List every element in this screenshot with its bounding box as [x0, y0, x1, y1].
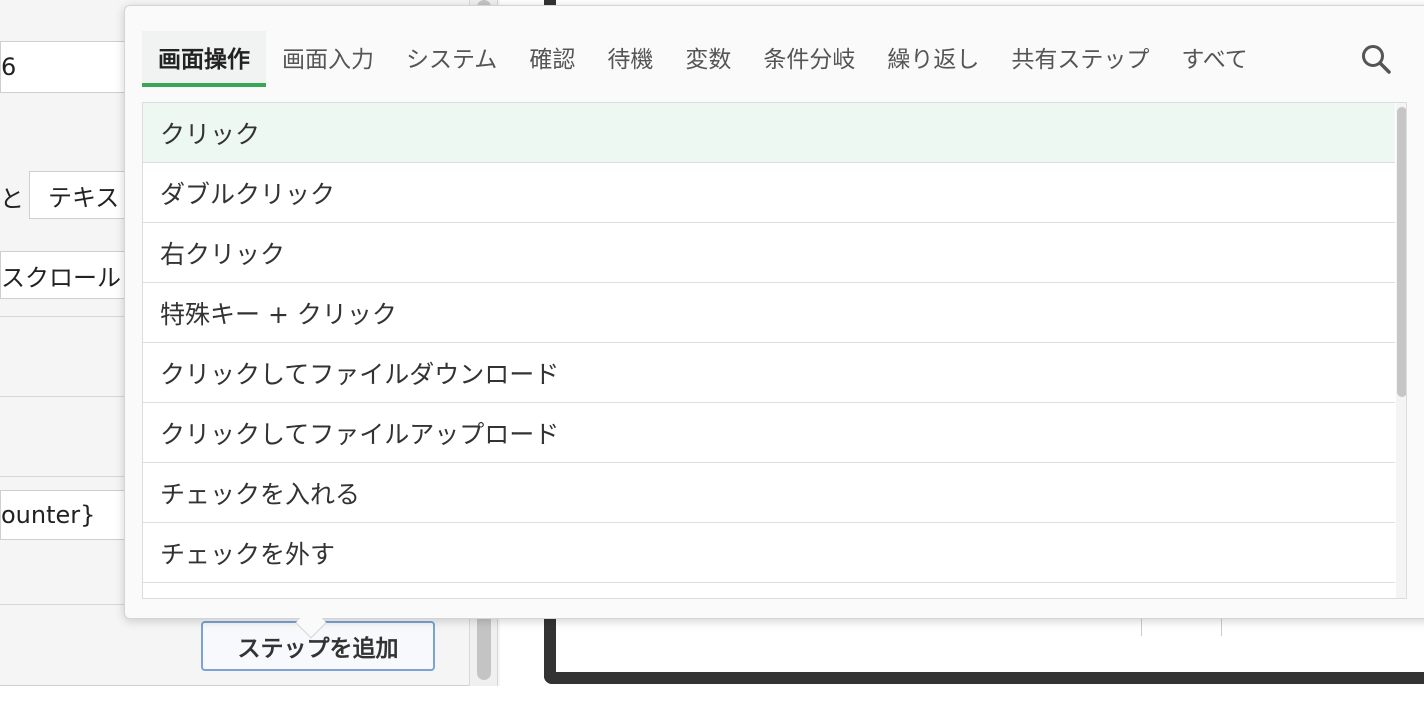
- search-icon[interactable]: [1359, 42, 1393, 76]
- row-divider: [0, 316, 140, 317]
- variable-field[interactable]: ounter}: [0, 490, 140, 540]
- step-number-value: 6: [1, 53, 17, 81]
- tab-variable[interactable]: 変数: [669, 31, 747, 87]
- variable-value: ounter}: [1, 501, 96, 529]
- scroll-option-field[interactable]: スクロール: [0, 251, 140, 299]
- tab-screen-input[interactable]: 画面入力: [266, 31, 390, 87]
- list-item-double-click[interactable]: ダブルクリック: [143, 163, 1395, 223]
- tab-system[interactable]: システム: [390, 31, 513, 87]
- step-type-list: クリック ダブルクリック 右クリック 特殊キー + クリック クリックしてファイ…: [142, 102, 1407, 599]
- step-type-popover: 画面操作 画面入力 システム 確認 待機 変数 条件分岐 繰り返し 共有ステップ…: [124, 5, 1424, 619]
- row-divider: [0, 604, 140, 605]
- row-divider: [0, 396, 140, 397]
- tab-wait[interactable]: 待機: [591, 31, 669, 87]
- list-item-click[interactable]: クリック: [143, 103, 1395, 163]
- tab-verify[interactable]: 確認: [513, 31, 591, 87]
- list-item-uncheck[interactable]: チェックを外す: [143, 523, 1395, 583]
- list-item-click-upload[interactable]: クリックしてファイルアップロード: [143, 403, 1395, 463]
- target-type-select[interactable]: テキス: [29, 171, 139, 219]
- list-item-check[interactable]: チェックを入れる: [143, 463, 1395, 523]
- scroll-option-value: スクロール: [1, 263, 121, 292]
- tab-all[interactable]: すべて: [1165, 31, 1263, 87]
- target-type-value: テキス: [48, 183, 120, 212]
- label-to: と: [0, 185, 24, 213]
- tab-screen-operation[interactable]: 画面操作: [142, 31, 266, 87]
- list-item-right-click[interactable]: 右クリック: [143, 223, 1395, 283]
- panel-footer: [0, 686, 500, 714]
- tab-loop[interactable]: 繰り返し: [871, 31, 995, 87]
- row-divider: [0, 476, 140, 477]
- list-item-modifier-click[interactable]: 特殊キー + クリック: [143, 283, 1395, 343]
- list-scrollbar-thumb[interactable]: [1397, 107, 1406, 397]
- list-item-partial[interactable]: [143, 583, 1395, 598]
- tab-condition[interactable]: 条件分岐: [747, 31, 871, 87]
- list-item-click-download[interactable]: クリックしてファイルダウンロード: [143, 343, 1395, 403]
- tab-shared-step[interactable]: 共有ステップ: [995, 31, 1165, 87]
- step-number-field[interactable]: 6: [0, 41, 140, 93]
- category-tabs: 画面操作 画面入力 システム 確認 待機 変数 条件分岐 繰り返し 共有ステップ…: [142, 31, 1264, 91]
